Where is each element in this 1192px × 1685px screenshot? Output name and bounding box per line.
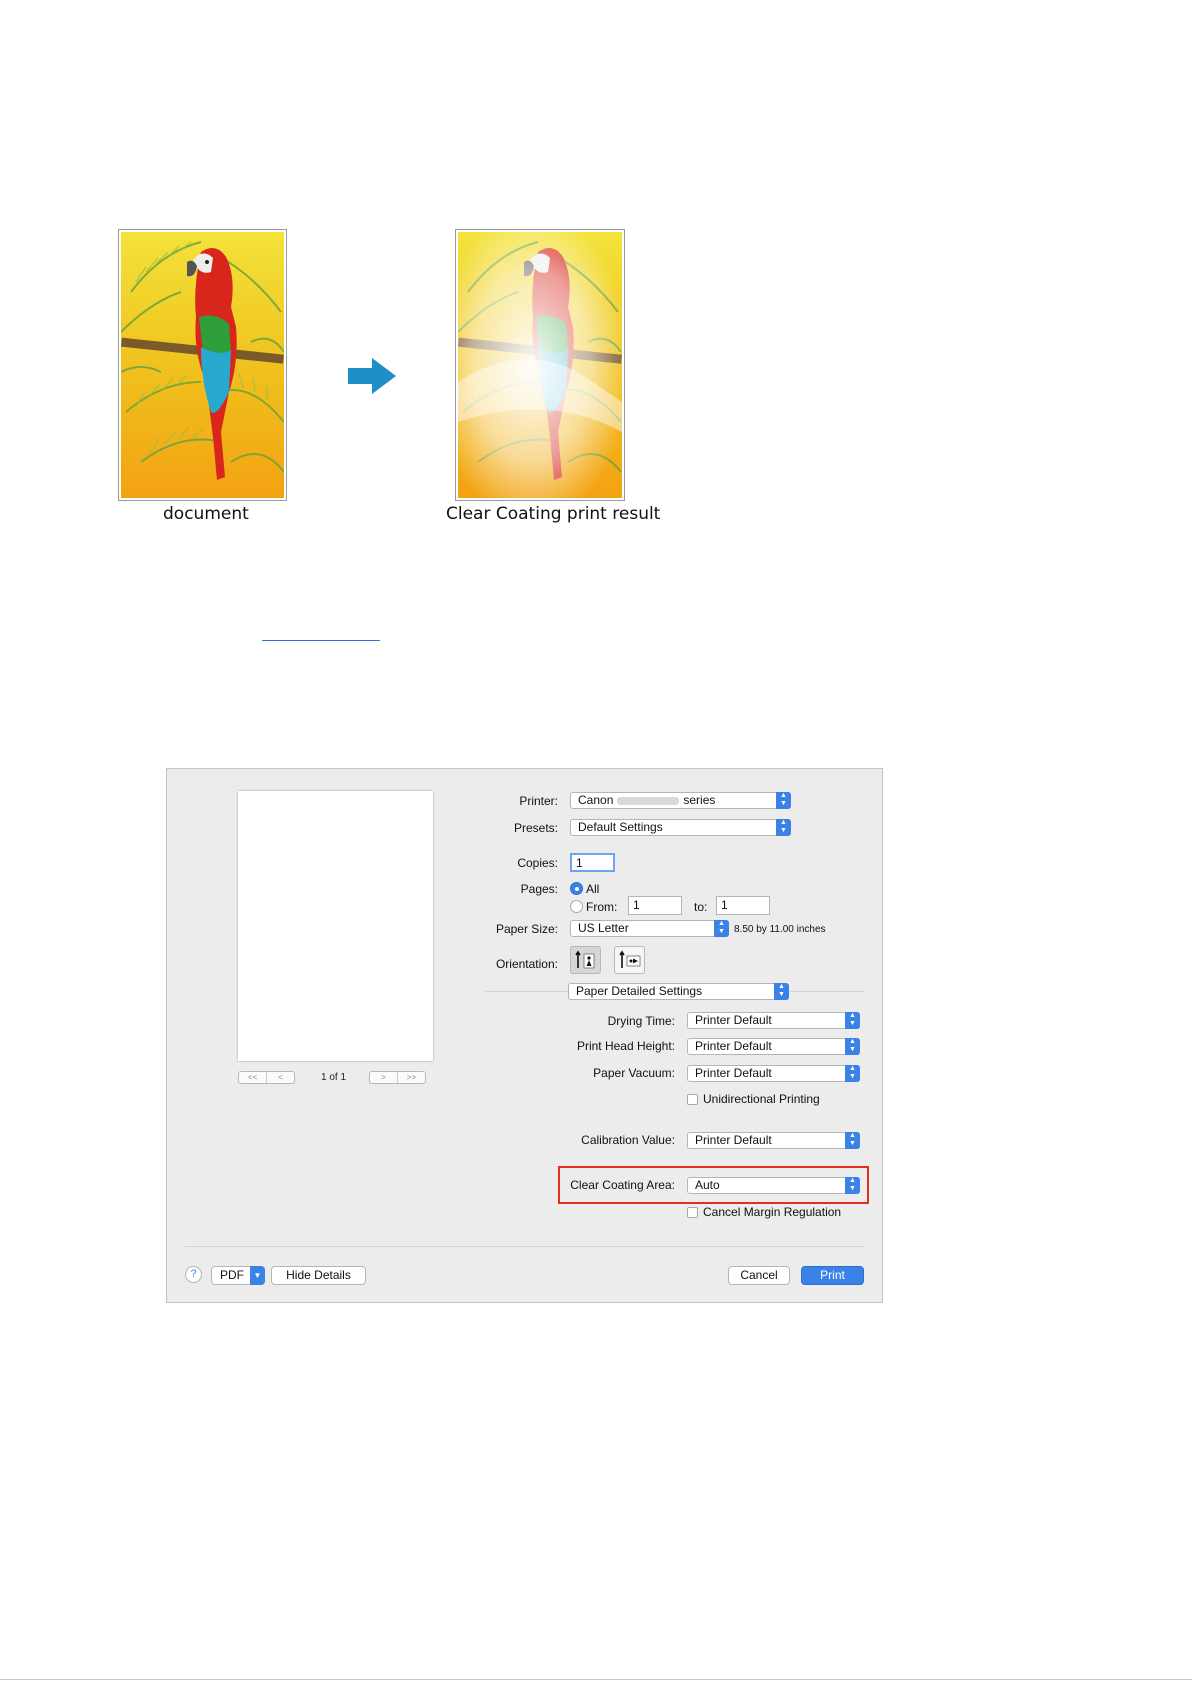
printer-select[interactable]: Canon series ▲ ▼ <box>570 792 791 809</box>
parrot-document-image <box>121 232 284 498</box>
drying-time-label: Drying Time: <box>607 1014 675 1028</box>
presets-label: Presets: <box>513 821 558 835</box>
page-preview <box>238 791 433 1061</box>
panel-select[interactable]: Paper Detailed Settings ▲ ▼ <box>568 983 789 1000</box>
orientation-portrait-button[interactable] <box>570 946 601 974</box>
document-thumbnail <box>118 229 287 501</box>
last-page-button[interactable]: >> <box>397 1072 425 1083</box>
drying-time-select[interactable]: Printer Default ▲ ▼ <box>687 1012 860 1029</box>
paper-size-label: Paper Size: <box>495 922 558 936</box>
preview-nav-back[interactable]: << < <box>238 1071 295 1084</box>
chevron-up-down-icon: ▲ ▼ <box>845 1012 860 1029</box>
paper-size-info: 8.50 by 11.00 inches <box>734 924 826 935</box>
chevron-up-down-icon: ▲ ▼ <box>776 819 791 836</box>
landscape-icon <box>619 950 641 968</box>
chevron-up-down-icon: ▲ ▼ <box>845 1038 860 1055</box>
pages-from-radio[interactable] <box>570 900 583 913</box>
help-button[interactable]: ? <box>185 1266 202 1283</box>
pdf-label: PDF <box>220 1268 244 1282</box>
redacted-model <box>617 796 680 805</box>
pages-to-label: to: <box>694 900 708 914</box>
copies-field[interactable]: 1 <box>570 853 615 872</box>
pages-all-label: All <box>586 882 600 896</box>
pages-from-label: From: <box>586 900 618 914</box>
arrow-right-icon <box>348 358 396 394</box>
print-head-height-label: Print Head Height: <box>576 1039 675 1053</box>
pages-all-radio[interactable] <box>570 882 583 895</box>
unidirectional-label: Unidirectional Printing <box>703 1092 820 1106</box>
footer-separator <box>185 1246 865 1247</box>
clear-coating-thumbnail <box>455 229 625 501</box>
portrait-icon <box>575 950 595 969</box>
document-caption: document <box>163 504 249 524</box>
print-dialog: << < 1 of 1 > >> Printer: Canon series ▲ ▼ P… <box>166 768 883 1303</box>
parrot-clear-coating-image <box>458 232 622 498</box>
clear-coating-label: Clear Coating Area: <box>570 1178 675 1192</box>
printer-label: Printer: <box>519 794 558 808</box>
paper-vacuum-label: Paper Vacuum: <box>593 1066 675 1080</box>
paper-size-value: US Letter <box>578 921 629 935</box>
clear-coating-caption: Clear Coating print result <box>446 504 661 524</box>
printer-name-prefix: Canon <box>578 793 614 807</box>
first-page-button[interactable]: << <box>239 1072 266 1083</box>
chevron-up-down-icon: ▲ ▼ <box>845 1065 860 1082</box>
preview-nav-forward[interactable]: > >> <box>369 1071 426 1084</box>
cancel-margin-label: Cancel Margin Regulation <box>703 1205 842 1219</box>
paper-size-select[interactable]: US Letter ▲ ▼ <box>570 920 729 937</box>
pages-label: Pages: <box>520 882 558 896</box>
print-button[interactable]: Print <box>801 1266 864 1285</box>
print-head-height-value: Printer Default <box>695 1039 772 1053</box>
paper-vacuum-value: Printer Default <box>695 1066 772 1080</box>
cancel-margin-checkbox[interactable] <box>687 1207 698 1218</box>
chevron-up-down-icon: ▲ ▼ <box>714 920 729 937</box>
copies-label: Copies: <box>517 856 558 870</box>
calibration-label: Calibration Value: <box>581 1133 675 1147</box>
hide-details-button[interactable]: Hide Details <box>271 1266 366 1285</box>
panel-select-value: Paper Detailed Settings <box>576 984 703 998</box>
previous-page-button[interactable]: < <box>266 1072 294 1083</box>
drying-time-value: Printer Default <box>695 1013 772 1027</box>
chevron-down-icon: ▼ <box>250 1266 265 1285</box>
unidirectional-checkbox[interactable] <box>687 1094 698 1105</box>
clear-coating-value: Auto <box>695 1178 720 1192</box>
calibration-select[interactable]: Printer Default ▲ ▼ <box>687 1132 860 1149</box>
next-page-button[interactable]: > <box>370 1072 397 1083</box>
presets-value: Default Settings <box>578 820 663 834</box>
paper-vacuum-select[interactable]: Printer Default ▲ ▼ <box>687 1065 860 1082</box>
printer-name-suffix: series <box>683 793 716 807</box>
page-indicator: 1 of 1 <box>321 1072 347 1083</box>
orientation-landscape-button[interactable] <box>614 946 645 974</box>
chevron-up-down-icon: ▲ ▼ <box>774 983 789 1000</box>
chevron-up-down-icon: ▲ ▼ <box>845 1177 860 1194</box>
presets-select[interactable]: Default Settings ▲ ▼ <box>570 819 791 836</box>
chevron-up-down-icon: ▲ ▼ <box>845 1132 860 1149</box>
hyperlink-underline[interactable] <box>262 640 380 641</box>
cancel-button[interactable]: Cancel <box>728 1266 790 1285</box>
chevron-up-down-icon: ▲ ▼ <box>776 792 791 809</box>
orientation-label: Orientation: <box>495 957 558 971</box>
pages-from-field[interactable]: 1 <box>628 896 682 915</box>
print-head-height-select[interactable]: Printer Default ▲ ▼ <box>687 1038 860 1055</box>
page-bottom-rule <box>0 1679 1192 1680</box>
calibration-value: Printer Default <box>695 1133 772 1147</box>
clear-coating-select[interactable]: Auto ▲ ▼ <box>687 1177 860 1194</box>
pdf-menu-button[interactable]: PDF ▼ <box>211 1266 265 1285</box>
pages-to-field[interactable]: 1 <box>716 896 770 915</box>
